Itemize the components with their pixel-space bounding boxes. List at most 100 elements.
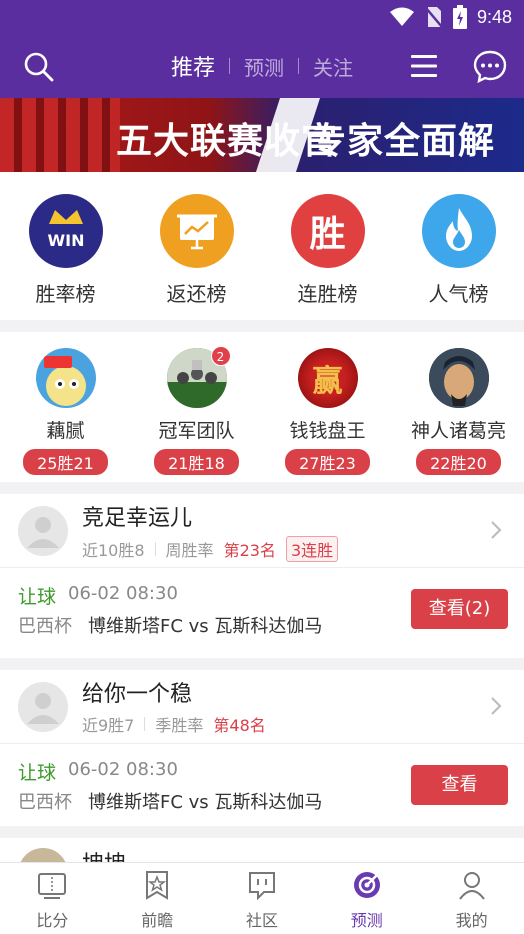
flame-icon — [421, 194, 496, 268]
user-name: 竞足幸运儿 — [82, 506, 193, 531]
expert-record: 25胜21 — [23, 449, 108, 475]
bet-type: 让球 — [18, 762, 57, 784]
wifi-icon — [389, 7, 414, 26]
avatar — [18, 682, 68, 732]
nav-profile[interactable]: 我的 — [419, 863, 524, 934]
win-icon-text: WIN — [47, 231, 84, 250]
period-label: 季胜率 — [155, 716, 204, 735]
tab-recommend[interactable]: 推荐 — [157, 50, 229, 82]
prediction-card[interactable]: 坤坤 — [0, 838, 524, 862]
expert-record: 21胜18 — [154, 449, 239, 475]
card-header[interactable]: 给你一个稳 近9胜7 季胜率 第48名 — [0, 670, 524, 744]
rank-popularity[interactable]: 人气榜 — [393, 172, 524, 320]
match-time: 06-02 08:30 — [68, 583, 178, 604]
rank-label: 胜率榜 — [35, 282, 96, 306]
chat-bubble-icon — [248, 872, 275, 901]
expert-name: 钱钱盘王 — [289, 420, 366, 442]
league-name: 巴西杯 — [18, 616, 72, 637]
match-time: 06-02 08:30 — [68, 759, 178, 780]
expert-record: 27胜23 — [285, 449, 370, 475]
prediction-card[interactable]: 给你一个稳 近9胜7 季胜率 第48名 让球 06-02 08:30 巴西杯 博… — [0, 670, 524, 826]
user-stats: 近9胜7 季胜率 第48名 — [82, 712, 266, 736]
clock: 9:48 — [476, 6, 512, 27]
view-button[interactable]: 查看 — [411, 765, 508, 805]
avatar: 赢 — [297, 348, 358, 408]
rank-streak[interactable]: 胜 连胜榜 — [262, 172, 393, 320]
scoreboard-icon — [38, 873, 67, 899]
divider — [144, 717, 146, 731]
message-icon[interactable] — [472, 48, 508, 84]
rank-return[interactable]: 返还榜 — [131, 172, 262, 320]
expert-card[interactable]: 赢 钱钱盘王 27胜23 — [262, 332, 393, 482]
divider — [154, 542, 156, 556]
expert-record: 22胜20 — [416, 449, 501, 475]
period-label: 周胜率 — [165, 541, 214, 560]
banner-team-photo — [0, 98, 120, 172]
banner-title-right: 专家全面解读 — [310, 121, 496, 162]
no-sim-icon — [424, 7, 443, 28]
nav-preview[interactable]: 前瞻 — [105, 863, 210, 934]
expert-card[interactable]: 2 冠军团队 21胜18 — [131, 332, 262, 482]
nav-score[interactable]: 比分 — [0, 863, 105, 934]
target-icon — [353, 872, 380, 898]
avatar-text: 赢 — [297, 348, 358, 408]
league-name: 巴西杯 — [18, 792, 72, 813]
bet-type: 让球 — [18, 586, 57, 608]
chevron-right-icon[interactable] — [490, 696, 502, 716]
promo-banner[interactable]: 五大联赛收官 专家全面解读 — [0, 98, 524, 172]
nav-label: 比分 — [36, 911, 69, 930]
rank-label: 人气榜 — [428, 282, 489, 306]
status-bar: 9:48 — [0, 0, 524, 34]
tab-prediction[interactable]: 预测 — [230, 52, 298, 81]
app-header: 推荐 预测 关注 — [0, 34, 524, 98]
crown-win-icon: WIN — [28, 194, 103, 268]
recent-record: 近10胜8 — [82, 541, 145, 560]
star-doc-icon — [146, 871, 169, 900]
tab-follow[interactable]: 关注 — [299, 52, 367, 81]
top-tabs: 推荐 预测 关注 — [0, 34, 524, 98]
notification-badge: 2 — [210, 346, 231, 366]
card-body: 让球 06-02 08:30 巴西杯 博维斯塔FC vs 瓦斯科达伽马 查看(2… — [0, 568, 524, 650]
person-icon — [458, 872, 485, 900]
banner-title-left: 五大联赛收官 — [116, 121, 339, 162]
recent-record: 近9胜7 — [82, 716, 135, 735]
avatar: 2 — [166, 346, 231, 408]
nav-label: 前瞻 — [141, 911, 174, 930]
rank-position: 第48名 — [213, 716, 266, 735]
avatar — [18, 506, 68, 556]
expert-name: 冠军团队 — [158, 420, 235, 442]
card-body: 让球 06-02 08:30 巴西杯 博维斯塔FC vs 瓦斯科达伽马 查看 — [0, 744, 524, 826]
nav-label: 我的 — [455, 911, 488, 930]
user-name: 坤坤 — [82, 846, 126, 862]
rank-position: 第23名 — [223, 541, 276, 560]
sheng-icon: 胜 — [290, 194, 365, 268]
nav-prediction[interactable]: 预测 — [314, 863, 419, 934]
avatar — [35, 348, 96, 408]
user-name: 给你一个稳 — [82, 682, 193, 707]
chart-board-icon — [159, 194, 234, 268]
rank-label: 返还榜 — [166, 282, 227, 306]
match-teams: 博维斯塔FC vs 瓦斯科达伽马 — [88, 616, 323, 637]
bottom-nav: 比分 前瞻 社区 预测 我的 — [0, 862, 524, 934]
rank-label: 连胜榜 — [297, 282, 358, 306]
chevron-right-icon[interactable] — [490, 520, 502, 540]
user-stats: 近10胜8 周胜率 第23名 3连胜 — [82, 536, 339, 562]
streak-badge: 3连胜 — [285, 536, 339, 562]
avatar — [18, 848, 68, 862]
card-header[interactable]: 竞足幸运儿 近10胜8 周胜率 第23名 3连胜 — [0, 494, 524, 568]
rank-categories: WIN 胜率榜 返还榜 胜 连胜榜 人气榜 — [0, 172, 524, 320]
battery-charging-icon — [452, 5, 467, 29]
view-button[interactable]: 查看(2) — [411, 589, 508, 629]
nav-community[interactable]: 社区 — [210, 863, 315, 934]
expert-name: 神人诸葛亮 — [410, 420, 506, 442]
featured-experts: 藕腻 25胜21 2 冠军团队 21胜18 赢 钱钱盘王 27胜23 神人诸葛亮… — [0, 332, 524, 482]
prediction-card[interactable]: 竞足幸运儿 近10胜8 周胜率 第23名 3连胜 让球 06-02 08:30 … — [0, 494, 524, 658]
nav-label: 社区 — [245, 911, 278, 930]
expert-card[interactable]: 藕腻 25胜21 — [0, 332, 131, 482]
expert-name: 藕腻 — [46, 420, 85, 442]
menu-icon[interactable] — [408, 52, 440, 80]
avatar — [428, 348, 489, 408]
nav-label: 预测 — [350, 911, 383, 930]
rank-win-rate[interactable]: WIN 胜率榜 — [0, 172, 131, 320]
expert-card[interactable]: 神人诸葛亮 22胜20 — [393, 332, 524, 482]
